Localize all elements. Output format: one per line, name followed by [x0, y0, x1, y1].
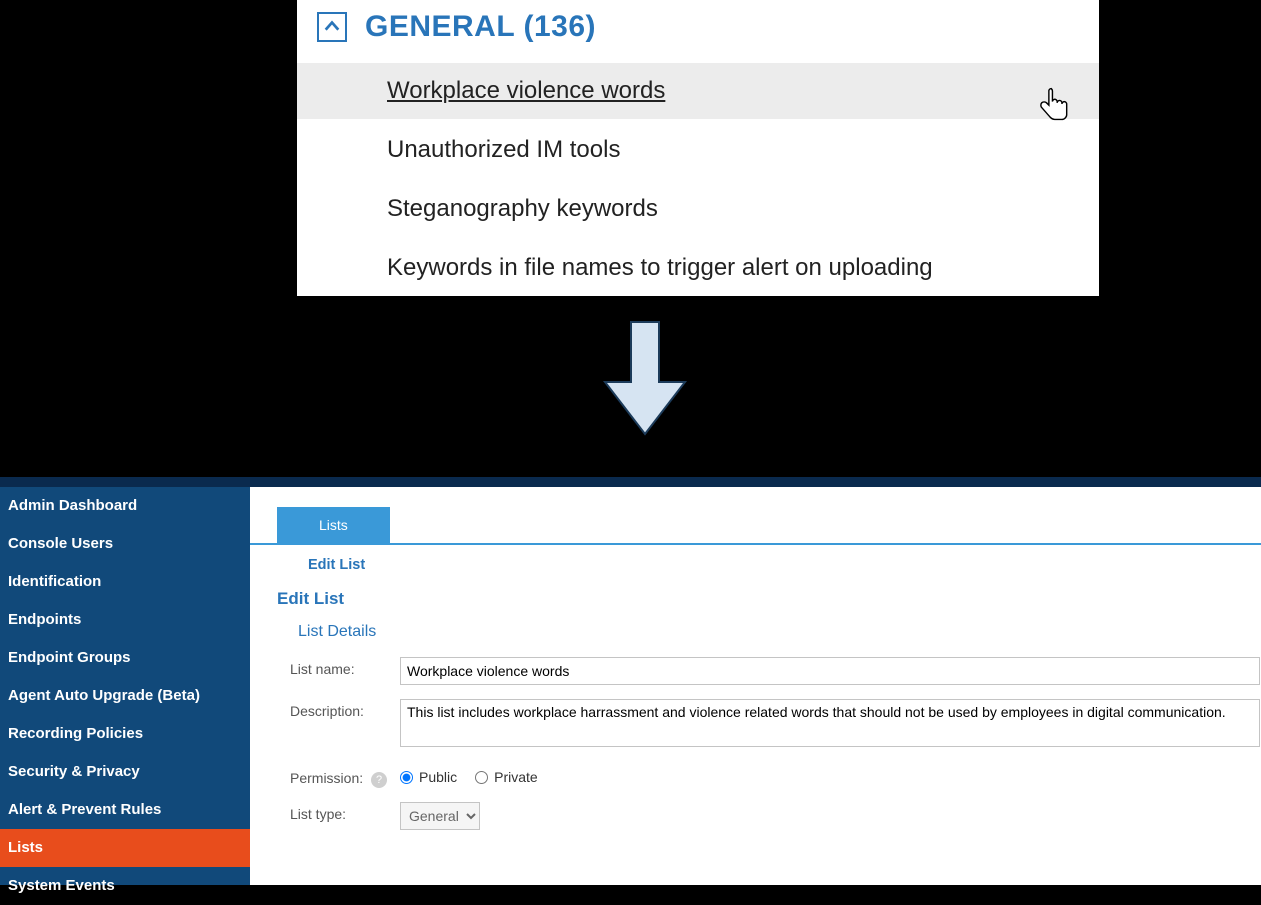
arrow-down-icon — [601, 320, 689, 438]
permission-radio-group: Public Private — [400, 766, 1261, 785]
app-region: Admin Dashboard Console Users Identifica… — [0, 477, 1261, 885]
sidebar-item-identification[interactable]: Identification — [0, 563, 250, 601]
select-list-type[interactable]: General — [400, 802, 480, 830]
list-row-workplace-violence[interactable]: Workplace violence words — [297, 60, 1099, 119]
sidebar-item-agent-auto-upgrade[interactable]: Agent Auto Upgrade (Beta) — [0, 677, 250, 715]
general-header-label: GENERAL — [365, 10, 515, 43]
input-description[interactable]: This list includes workplace harrassment… — [400, 699, 1260, 747]
app-topband — [0, 477, 1261, 487]
radio-private-text: Private — [494, 769, 538, 785]
sidebar-item-endpoint-groups[interactable]: Endpoint Groups — [0, 639, 250, 677]
form-row-list-name: List name: — [290, 657, 1261, 685]
radio-public[interactable] — [400, 771, 413, 784]
sidebar-item-alert-prevent-rules[interactable]: Alert & Prevent Rules — [0, 791, 250, 829]
sidebar-item-security-privacy[interactable]: Security & Privacy — [0, 753, 250, 791]
list-row-label: Unauthorized IM tools — [387, 136, 620, 163]
radio-private-label[interactable]: Private — [475, 769, 538, 785]
general-panel-header[interactable]: GENERAL (136) — [297, 0, 1099, 60]
tab-strip: Lists — [250, 487, 1261, 545]
input-list-name[interactable] — [400, 657, 1260, 685]
list-row-label: Workplace violence words — [387, 77, 665, 104]
breadcrumb-edit-list[interactable]: Edit List — [250, 545, 1261, 581]
label-list-type: List type: — [290, 802, 400, 822]
tab-lists[interactable]: Lists — [277, 507, 390, 543]
help-icon[interactable]: ? — [371, 772, 387, 788]
sidebar-item-lists[interactable]: Lists — [0, 829, 250, 867]
general-header-count: (136) — [523, 10, 596, 43]
content-area: Lists Edit List Edit List List Details L… — [250, 487, 1261, 885]
list-row-filename-keywords[interactable]: Keywords in file names to trigger alert … — [297, 237, 1099, 296]
page-heading: Edit List — [250, 581, 1261, 623]
collapse-icon[interactable] — [317, 12, 347, 42]
list-row-label: Steganography keywords — [387, 195, 658, 222]
form-row-list-type: List type: General — [290, 802, 1261, 830]
radio-public-label[interactable]: Public — [400, 769, 457, 785]
section-heading-list-details: List Details — [250, 623, 1261, 651]
form-row-permission: Permission: ? Public Private — [290, 766, 1261, 788]
list-row-steganography[interactable]: Steganography keywords — [297, 178, 1099, 237]
list-row-unauthorized-im[interactable]: Unauthorized IM tools — [297, 119, 1099, 178]
sidebar-item-endpoints[interactable]: Endpoints — [0, 601, 250, 639]
sidebar-item-recording-policies[interactable]: Recording Policies — [0, 715, 250, 753]
label-list-name: List name: — [290, 657, 400, 677]
label-description: Description: — [290, 699, 400, 719]
label-permission: Permission: ? — [290, 766, 400, 788]
form-row-description: Description: This list includes workplac… — [290, 699, 1261, 752]
sidebar-item-admin-dashboard[interactable]: Admin Dashboard — [0, 487, 250, 525]
general-lists-panel: GENERAL (136) Workplace violence words U… — [297, 0, 1099, 285]
radio-private[interactable] — [475, 771, 488, 784]
list-row-label: Keywords in file names to trigger alert … — [387, 254, 933, 281]
sidebar-item-system-events[interactable]: System Events — [0, 867, 250, 905]
radio-public-text: Public — [419, 769, 457, 785]
sidebar-item-console-users[interactable]: Console Users — [0, 525, 250, 563]
admin-sidebar: Admin Dashboard Console Users Identifica… — [0, 487, 250, 885]
general-list-rows: Workplace violence words Unauthorized IM… — [297, 60, 1099, 296]
